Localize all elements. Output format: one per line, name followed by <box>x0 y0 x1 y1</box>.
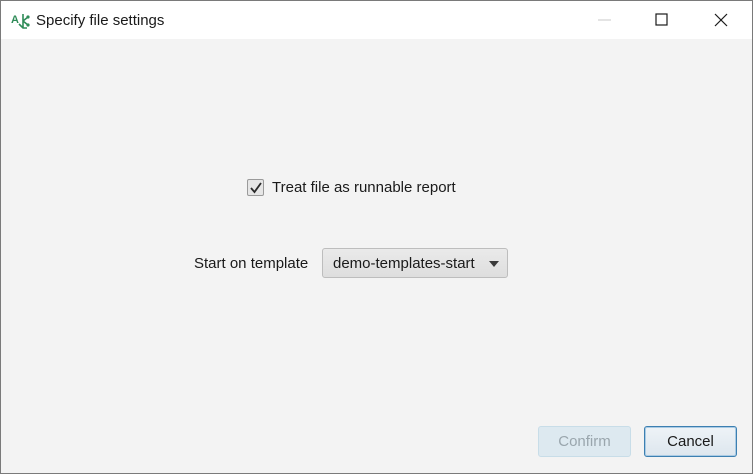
runnable-report-option[interactable]: Treat file as runnable report <box>247 177 456 197</box>
settings-panel: Treat file as runnable report Start on t… <box>1 39 752 473</box>
chevron-down-icon <box>489 261 499 267</box>
checkmark-icon <box>250 181 262 193</box>
cancel-button[interactable]: Cancel <box>644 426 737 457</box>
maximize-button[interactable] <box>633 1 691 39</box>
close-icon <box>714 13 728 27</box>
svg-text:A: A <box>11 14 19 26</box>
runnable-report-checkbox[interactable] <box>247 178 264 196</box>
close-button[interactable] <box>692 1 750 39</box>
title-bar[interactable]: A Specify file settings <box>1 1 752 39</box>
app-logo-icon: A <box>11 11 31 31</box>
start-template-label: Start on template <box>194 255 309 272</box>
minimize-icon <box>598 19 611 21</box>
runnable-report-label[interactable]: Treat file as runnable report <box>272 179 456 196</box>
maximize-icon <box>655 13 668 26</box>
confirm-button[interactable]: Confirm <box>538 426 631 457</box>
template-dropdown[interactable]: demo-templates-start <box>322 248 508 278</box>
minimize-button[interactable] <box>576 1 634 39</box>
window-title: Specify file settings <box>36 12 165 29</box>
dialog-window: A Specify file settings Treat file as ru… <box>0 0 753 474</box>
template-selected-value: demo-templates-start <box>333 255 475 272</box>
